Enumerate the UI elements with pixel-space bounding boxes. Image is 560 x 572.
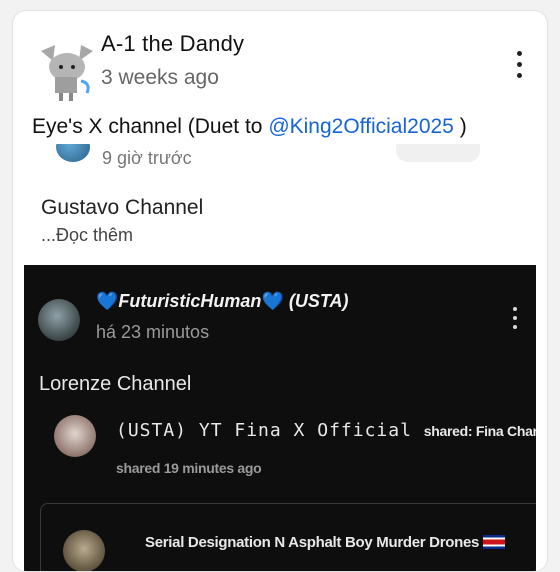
nested-post: Serial Designation N Asphalt Boy Murder … [40, 503, 536, 571]
quoted-avatar [56, 144, 90, 162]
author-avatar[interactable] [33, 37, 99, 103]
embedded-more-menu [508, 307, 522, 337]
mention-link[interactable]: @King2Official2025 [268, 115, 454, 138]
embedded-text: Lorenze Channel [39, 373, 192, 395]
embedded-avatar [38, 299, 80, 341]
read-more-link[interactable]: ...Đọc thêm [41, 225, 133, 246]
embedded-screenshot: 💙FuturisticHuman💙 (USTA) há 23 minutos L… [24, 265, 536, 571]
embedded-time: há 23 minutos [96, 322, 210, 342]
more-vertical-icon [516, 51, 522, 56]
shared-time: shared 19 minutes ago [116, 460, 262, 476]
embedded-username: 💙FuturisticHuman💙 (USTA) [96, 291, 349, 311]
shared-label: shared: Fina Channel [423, 423, 536, 439]
quoted-time: 9 giờ trước [102, 148, 192, 168]
post-text-suffix: ) [453, 115, 467, 138]
post-time: 3 weeks ago [101, 66, 219, 89]
post-text-prefix: Eye's X channel (Duet to [32, 115, 269, 138]
shared-avatar [54, 415, 96, 457]
post-card: A-1 the Dandy 3 weeks ago Eye's X channe… [12, 10, 548, 572]
nested-username: Serial Designation N Asphalt Boy Murder … [145, 534, 506, 551]
blue-heart-icon: 💙 [96, 291, 119, 311]
costa-rica-flag-icon [483, 535, 506, 549]
quoted-chip [396, 144, 480, 162]
post-text: Eye's X channel (Duet to @King2Official2… [32, 115, 467, 139]
embedded-tag: (USTA) [288, 291, 349, 311]
quoted-post[interactable]: 9 giờ trước Gustavo Channel ...Đọc thêm [24, 144, 536, 275]
blue-heart-icon: 💙 [261, 291, 284, 311]
more-menu-button[interactable] [509, 51, 529, 87]
quoted-text: Gustavo Channel [41, 196, 204, 219]
author-name[interactable]: A-1 the Dandy [101, 31, 244, 57]
shared-username: (USTA) YT Fina X Official shared: Fina C… [116, 420, 536, 441]
more-vertical-icon [513, 307, 517, 311]
nested-avatar [63, 530, 105, 571]
